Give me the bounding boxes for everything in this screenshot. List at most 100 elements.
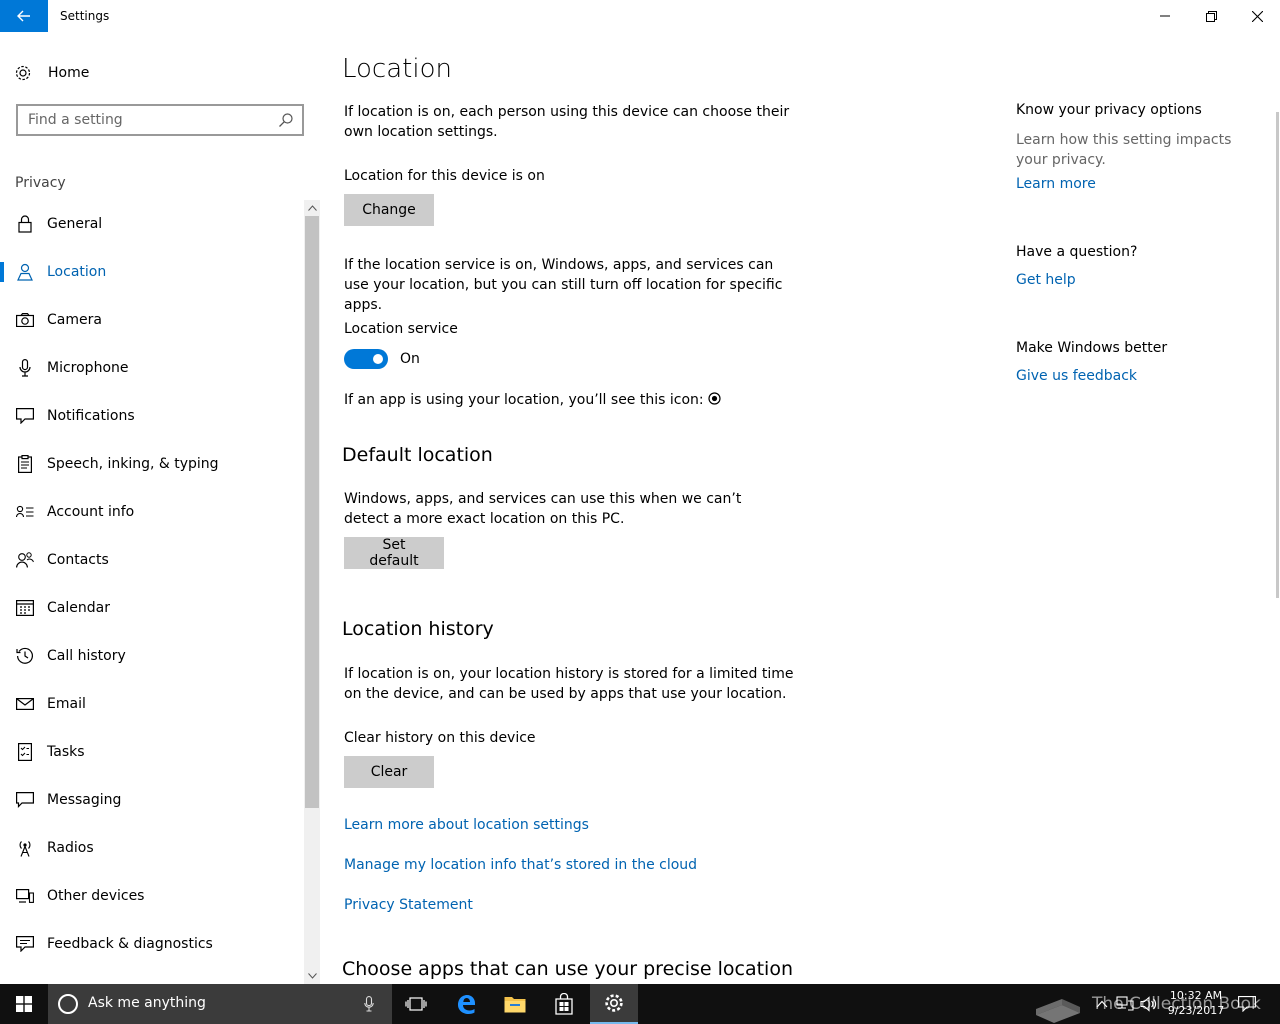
get-help-link[interactable]: Get help xyxy=(1016,272,1076,288)
sidebar-item-label: Speech, inking, & typing xyxy=(47,456,219,472)
sidebar-item-label: Contacts xyxy=(47,552,109,568)
microphone-icon xyxy=(16,359,34,377)
settings-taskbar-button[interactable] xyxy=(590,984,638,1024)
learn-more-location-link[interactable]: Learn more about location settings xyxy=(344,817,589,833)
task-view-button[interactable] xyxy=(392,984,440,1024)
default-location-heading: Default location xyxy=(342,444,493,466)
start-button[interactable] xyxy=(0,984,48,1024)
sidebar-item-label: Account info xyxy=(47,504,135,520)
sidebar-item-location[interactable]: Location xyxy=(0,248,304,296)
task-view-icon xyxy=(405,997,427,1011)
sidebar-item-account-info[interactable]: Account info xyxy=(0,488,304,536)
setting-search-input[interactable] xyxy=(18,106,268,134)
sidebar-item-contacts[interactable]: Contacts xyxy=(0,536,304,584)
change-button[interactable]: Change xyxy=(344,194,434,226)
sidebar-item-speech[interactable]: Speech, inking, & typing xyxy=(0,440,304,488)
cortana-search-box[interactable]: Ask me anything xyxy=(48,984,392,1024)
sidebar-item-radios[interactable]: Radios xyxy=(0,824,304,872)
clear-button[interactable]: Clear xyxy=(344,756,434,788)
minimize-button[interactable] xyxy=(1142,0,1188,32)
location-icon-note: If an app is using your location, you’ll… xyxy=(344,390,744,410)
file-explorer-button[interactable] xyxy=(491,984,539,1024)
restore-button[interactable] xyxy=(1188,0,1234,32)
sidebar-item-feedback-diagnostics[interactable]: Feedback & diagnostics xyxy=(0,920,304,968)
sidebar-item-notifications[interactable]: Notifications xyxy=(0,392,304,440)
sidebar-item-label: Messaging xyxy=(47,792,122,808)
speaker-icon xyxy=(1140,996,1157,1012)
set-default-button[interactable]: Set default xyxy=(344,537,444,569)
calendar-icon xyxy=(16,599,34,617)
choose-apps-heading: Choose apps that can use your precise lo… xyxy=(342,958,793,980)
sidebar-item-general[interactable]: General xyxy=(0,200,304,248)
question-heading: Have a question? xyxy=(1016,244,1138,260)
default-location-description: Windows, apps, and services can use this… xyxy=(344,491,742,527)
sidebar-item-call-history[interactable]: Call history xyxy=(0,632,304,680)
sidebar-item-camera[interactable]: Camera xyxy=(0,296,304,344)
location-intro-text: If location is on, each person using thi… xyxy=(344,104,790,140)
sidebar-item-messaging[interactable]: Messaging xyxy=(0,776,304,824)
mail-icon xyxy=(16,695,34,713)
history-icon xyxy=(16,647,34,665)
sidebar-item-other-devices[interactable]: Other devices xyxy=(0,872,304,920)
privacy-statement-link[interactable]: Privacy Statement xyxy=(344,897,473,913)
sidebar-item-tasks[interactable]: Tasks xyxy=(0,728,304,776)
person-pin-icon xyxy=(16,263,34,281)
location-history-heading: Location history xyxy=(342,618,494,640)
chevron-up-icon xyxy=(1096,1000,1108,1008)
setting-search-box[interactable] xyxy=(16,104,304,136)
window-title: Settings xyxy=(60,9,110,23)
sidebar-item-label: Feedback & diagnostics xyxy=(47,936,213,952)
sidebar-item-email[interactable]: Email xyxy=(0,680,304,728)
location-history-description: If location is on, your location history… xyxy=(344,666,794,702)
sidebar-item-microphone[interactable]: Microphone xyxy=(0,344,304,392)
learn-more-link[interactable]: Learn more xyxy=(1016,176,1096,192)
clock-time: 10:32 AM xyxy=(1169,989,1223,1002)
device-location-status: Location for this device is on xyxy=(344,168,545,184)
cortana-icon xyxy=(58,994,78,1014)
privacy-nav: General Location Camera Microphone Notif… xyxy=(0,200,304,968)
clock[interactable]: 10:32 AM 9/23/2017 xyxy=(1160,988,1232,1018)
sidebar-item-label: Tasks xyxy=(47,744,85,760)
privacy-options-text: Learn how this setting impacts your priv… xyxy=(1016,132,1232,168)
sidebar-item-label: Radios xyxy=(47,840,94,856)
clock-date: 9/23/2017 xyxy=(1167,1004,1225,1017)
restore-icon xyxy=(1205,10,1217,22)
microphone-icon[interactable] xyxy=(364,996,374,1016)
lock-icon xyxy=(16,215,34,233)
sidebar-item-label: Email xyxy=(47,696,86,712)
sidebar-item-calendar[interactable]: Calendar xyxy=(0,584,304,632)
network-button[interactable] xyxy=(1116,984,1134,1024)
search-icon[interactable] xyxy=(278,112,294,132)
manage-cloud-location-link[interactable]: Manage my location info that’s stored in… xyxy=(344,857,697,873)
sidebar-item-label: Notifications xyxy=(47,408,135,424)
volume-button[interactable] xyxy=(1140,984,1158,1024)
store-button[interactable] xyxy=(540,984,588,1024)
toggle-knob xyxy=(373,354,383,364)
home-nav[interactable]: Home xyxy=(14,62,89,84)
sidebar-item-label: Other devices xyxy=(47,888,145,904)
location-service-toggle[interactable] xyxy=(344,349,388,369)
page-title: Location xyxy=(342,54,452,84)
feedback-icon xyxy=(16,935,34,953)
taskbar: Ask me anything The Collection Book 10:3… xyxy=(0,984,1280,1024)
give-feedback-link[interactable]: Give us feedback xyxy=(1016,368,1137,384)
radio-tower-icon xyxy=(16,839,34,857)
action-center-button[interactable] xyxy=(1238,984,1256,1024)
sidebar-item-label: Camera xyxy=(47,312,102,328)
privacy-group-label: Privacy xyxy=(15,175,66,191)
folder-icon xyxy=(504,997,526,1013)
scroll-down-button[interactable] xyxy=(304,968,320,984)
sidebar-scroll-thumb[interactable] xyxy=(305,216,319,808)
book-logo-icon xyxy=(1036,999,1080,1023)
sidebar-item-label: General xyxy=(47,216,103,232)
main-scrollbar[interactable] xyxy=(1276,112,1279,598)
close-button[interactable] xyxy=(1234,0,1280,32)
network-icon xyxy=(1116,996,1134,1011)
main-content: Location If location is on, each person … xyxy=(320,32,1280,984)
edge-browser-button[interactable] xyxy=(442,984,490,1024)
back-button[interactable] xyxy=(0,0,48,32)
scroll-up-button[interactable] xyxy=(304,200,320,216)
cortana-search-placeholder: Ask me anything xyxy=(88,995,206,1011)
location-service-label: Location service xyxy=(344,321,458,337)
show-hidden-icons-button[interactable] xyxy=(1096,984,1108,1024)
